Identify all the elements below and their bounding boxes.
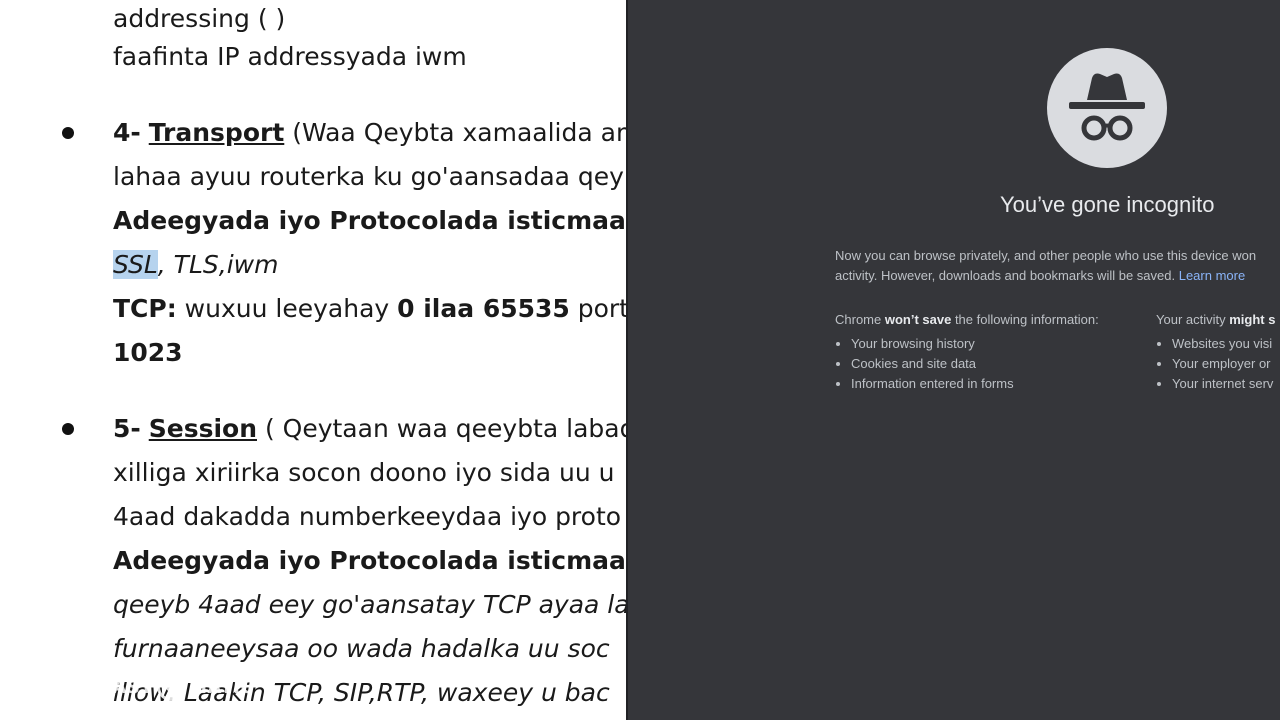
list-item: Websites you visi — [1172, 334, 1275, 354]
session-text1: ( Qeytaan waa qeeybta labada — [257, 414, 628, 443]
list-item: Your internet serv — [1172, 374, 1275, 394]
wont-save-list: Your browsing history Cookies and site d… — [835, 334, 1099, 394]
list-item: Your browsing history — [851, 334, 1099, 354]
tcp-number: 1023 — [113, 338, 183, 367]
bullet-session — [62, 423, 74, 435]
session-italic1: qeeyb 4aad eey go'aansatay TCP ayaa la — [113, 590, 628, 619]
tcp-port: port ( — [577, 294, 628, 323]
might-see-column: Your activity might s Websites you visi … — [1156, 310, 1275, 394]
transport-services-label: Adeegyada iyo Protocolada isticmaala ( — [113, 206, 628, 235]
transport-protocols-rest: , TLS,iwm — [157, 250, 279, 279]
session-title: Session — [148, 414, 257, 443]
tcp-line: TCP: wuxuu leeyahay 0 ilaa 65535 port ( — [113, 294, 628, 324]
document-page: addressing ( ) faafinta IP addressyada i… — [0, 0, 628, 720]
wont-save-column: Chrome won’t save the following informat… — [835, 310, 1099, 394]
tcp-label: TCP: — [113, 294, 177, 323]
might-see-heading: Your activity might s — [1156, 310, 1275, 330]
transport-line2: lahaa ayuu routerka ku go'aansadaa qeyb — [113, 162, 628, 191]
watermark-word1: SCREENCAST — [16, 676, 154, 698]
incognito-intro-line1: Now you can browse privately, and other … — [835, 248, 1257, 263]
might-see-prefix: Your activity — [1156, 312, 1230, 327]
session-heading-line: 5- Session ( Qeytaan waa qeeybta labada — [113, 414, 628, 444]
might-see-bold: might s — [1229, 312, 1276, 327]
incognito-spy-icon — [1047, 48, 1167, 168]
transport-heading-line: 4- Transport (Waa Qeybta xamaalida am — [113, 118, 628, 148]
list-item: Information entered in forms — [851, 374, 1099, 394]
bullet-transport — [62, 127, 74, 139]
transport-number: 4- — [113, 118, 141, 147]
session-number: 5- — [113, 414, 141, 443]
list-item: Cookies and site data — [851, 354, 1099, 374]
watermark-word2: MATIC — [189, 676, 255, 698]
transport-text1: (Waa Qeybta xamaalida am — [292, 118, 628, 147]
session-services-label: Adeegyada iyo Protocolada isticmaala ( — [113, 546, 628, 575]
incognito-intro: Now you can browse privately, and other … — [835, 246, 1256, 286]
incognito-window: You’ve gone incognito Now you can browse… — [628, 0, 1280, 720]
ssl-selected-text[interactable]: SSL — [113, 250, 158, 279]
tcp-text: wuxuu leeyahay — [176, 294, 398, 323]
watermark-line2: SCREENCAST MATIC — [16, 673, 254, 701]
transport-title: Transport — [148, 118, 285, 147]
wont-save-heading: Chrome won’t save the following informat… — [835, 310, 1099, 330]
screencast-watermark: RECORDED WITH SCREENCAST MATIC — [16, 660, 254, 701]
wont-save-bold: won’t save — [884, 312, 952, 327]
doc-line-partial: addressing ( ) — [113, 4, 286, 33]
session-line3: 4aad dakadda numberkeeydaa iyo proto — [113, 502, 622, 531]
incognito-headline: You’ve gone incognito — [1000, 192, 1215, 217]
transport-protocols-line: SSL, TLS,iwm — [113, 250, 278, 280]
wont-save-prefix: Chrome — [835, 312, 885, 327]
incognito-spy-icon-svg — [1069, 73, 1145, 141]
session-line2: xilliga xiriirka socon doono iyo sida uu… — [113, 458, 615, 487]
incognito-intro-line2-wrap: activity. However, downloads and bookmar… — [835, 266, 1256, 286]
learn-more-link[interactable]: Learn more — [1179, 268, 1245, 283]
wont-save-suffix: the following information: — [951, 312, 1099, 327]
might-see-list: Websites you visi Your employer or Your … — [1156, 334, 1275, 394]
screencast-logo-icon — [157, 673, 186, 701]
list-item: Your employer or — [1172, 354, 1275, 374]
incognito-intro-line2: activity. However, downloads and bookmar… — [835, 268, 1176, 283]
watermark-line1: RECORDED WITH — [16, 660, 118, 673]
tcp-range: 0 ilaa 65535 — [397, 294, 570, 323]
doc-line-faafinta: faafinta IP addressyada iwm — [113, 42, 467, 71]
